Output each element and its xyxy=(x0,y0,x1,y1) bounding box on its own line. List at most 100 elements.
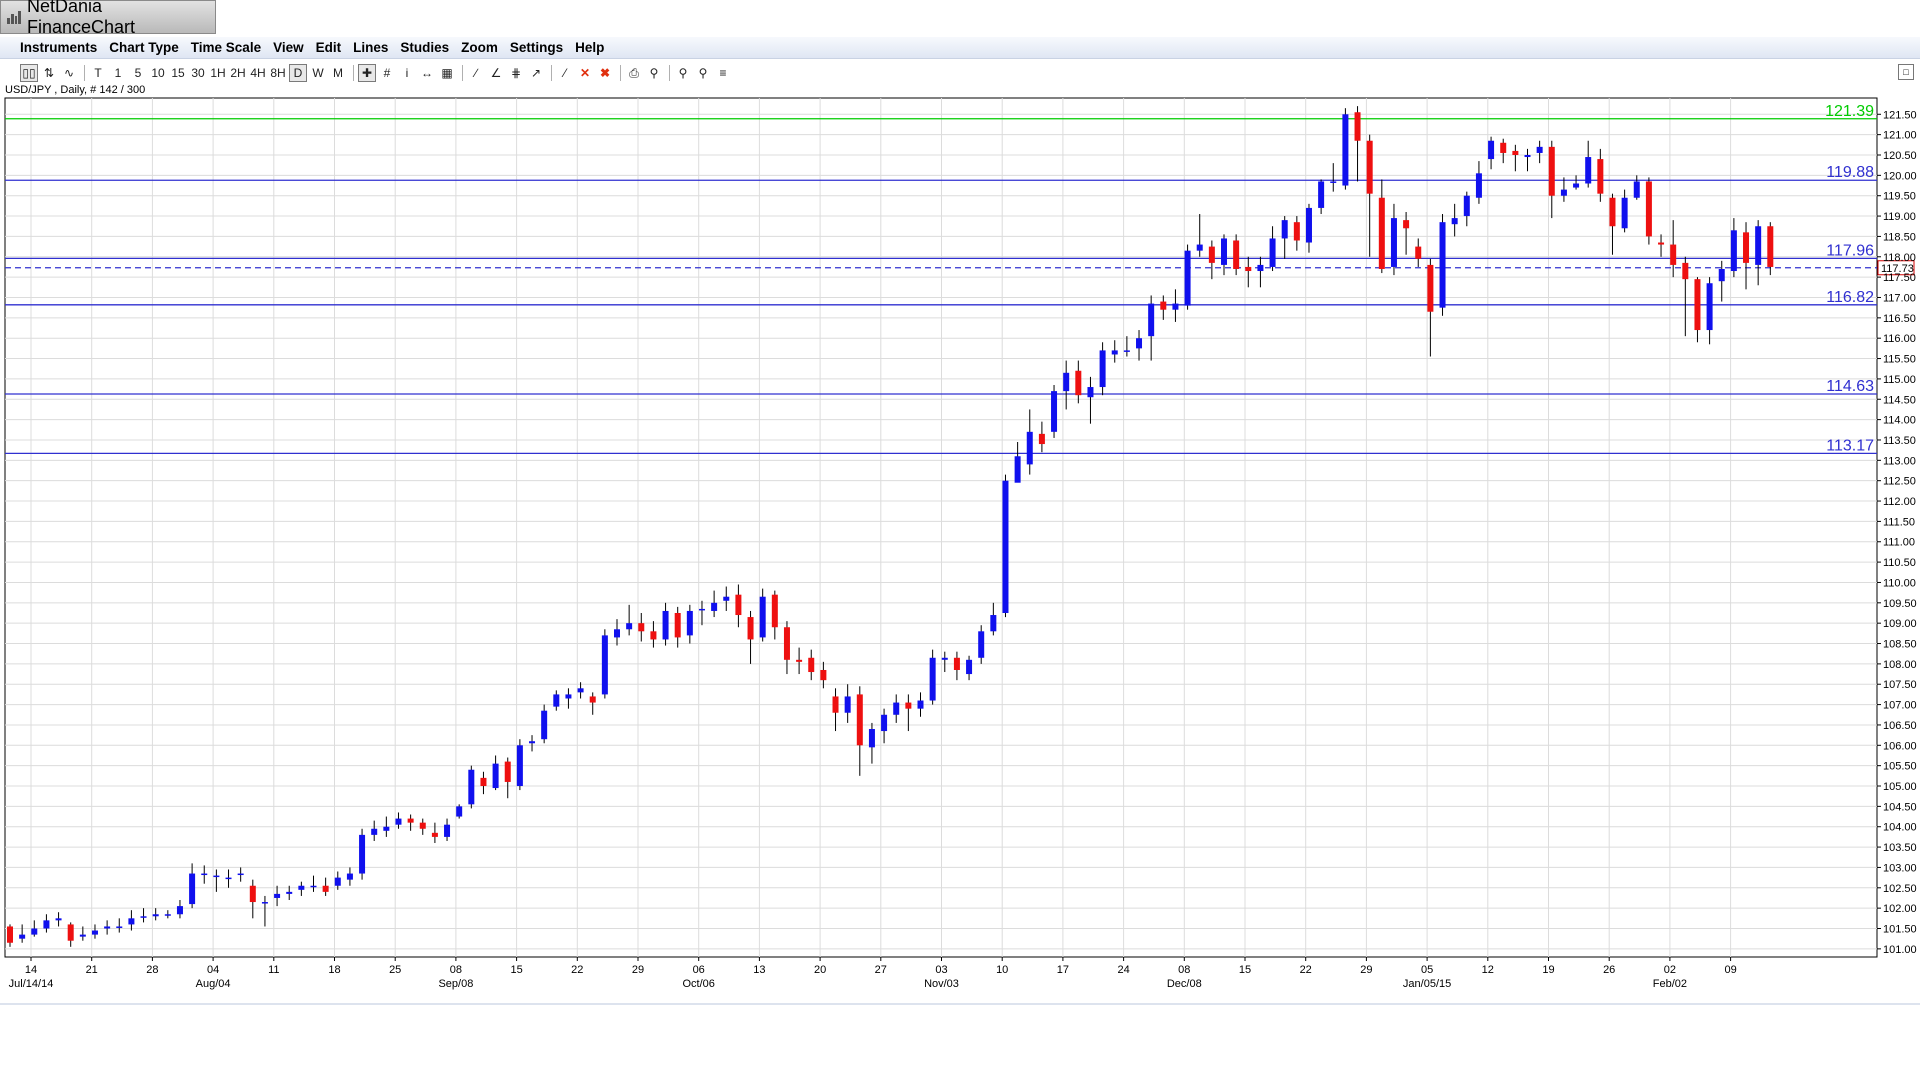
fibonacci-icon[interactable]: ∠ xyxy=(487,64,505,82)
menu-zoom[interactable]: Zoom xyxy=(461,40,498,55)
zoom-out-icon[interactable]: ⚲ xyxy=(694,64,712,82)
candle-down xyxy=(1366,140,1373,194)
candle-up xyxy=(529,741,536,744)
candle-up xyxy=(565,694,572,699)
window-toggle-icon[interactable]: □ xyxy=(1898,64,1914,80)
y-tick-label: 108.00 xyxy=(1883,659,1917,671)
delete-icon[interactable]: ✕ xyxy=(576,64,594,82)
candle-down xyxy=(1415,246,1422,259)
arrow-line-icon[interactable]: ↗ xyxy=(527,64,545,82)
data-table-icon[interactable]: ▦ xyxy=(438,64,456,82)
menu-chart-type[interactable]: Chart Type xyxy=(109,40,179,55)
horizontal-scrollbar[interactable] xyxy=(0,1003,1920,1005)
x-tick-label: 10 xyxy=(996,964,1008,976)
y-axis: 101.00 101.50 102.00 102.50 103.00 103.50 104.… xyxy=(1877,109,1917,956)
candle-up xyxy=(553,694,560,707)
candlestick-chart-icon[interactable]: ▯▯ xyxy=(20,64,38,82)
pan-icon[interactable]: ↔ xyxy=(418,64,436,82)
candle-up xyxy=(371,828,378,835)
candle-up xyxy=(176,906,183,915)
x-tick-label: 04 xyxy=(207,964,219,976)
y-tick-label: 118.50 xyxy=(1883,231,1916,243)
app-tab[interactable]: NetDania FinanceChart xyxy=(0,0,216,37)
candle-down xyxy=(808,657,815,673)
ohlc-bar-icon[interactable]: ⇅ xyxy=(40,64,58,82)
candle-down xyxy=(480,777,487,787)
candle-down xyxy=(1075,370,1082,396)
candle-up xyxy=(711,602,718,611)
y-tick-label: 104.50 xyxy=(1883,801,1917,813)
timeframe-t[interactable]: T xyxy=(89,64,107,82)
timeframe-5[interactable]: 5 xyxy=(129,64,147,82)
candle-up xyxy=(310,885,317,888)
x-tick-label: 11 xyxy=(268,964,279,976)
timeframe-2h[interactable]: 2H xyxy=(229,64,247,82)
timeframe-4h[interactable]: 4H xyxy=(249,64,267,82)
candle-up xyxy=(55,918,62,921)
print-preview-icon[interactable]: ⚲ xyxy=(645,64,663,82)
candle-down xyxy=(905,702,912,709)
candle-up xyxy=(91,930,98,935)
x-tick-label: 14 xyxy=(25,964,37,976)
timeframe-30[interactable]: 30 xyxy=(189,64,207,82)
candle-down xyxy=(589,696,596,703)
toolbar-separator xyxy=(353,65,354,81)
y-tick-label: 114.00 xyxy=(1883,415,1916,427)
crosshair-icon[interactable]: ✚ xyxy=(358,64,376,82)
y-tick-label: 116.00 xyxy=(1883,333,1916,345)
menu-help[interactable]: Help xyxy=(575,40,604,55)
price-chart[interactable]: 121.39 119.88 117.96 116.82 114.63 113.17 117.… xyxy=(0,96,1920,1003)
candle-down xyxy=(1658,242,1665,245)
delete-all-icon[interactable]: ✖ xyxy=(596,64,614,82)
zoom-in-icon[interactable]: ⚲ xyxy=(674,64,692,82)
menu-settings[interactable]: Settings xyxy=(510,40,563,55)
candle-up xyxy=(31,928,38,935)
menu-time-scale[interactable]: Time Scale xyxy=(191,40,261,55)
y-tick-label: 109.00 xyxy=(1883,618,1917,630)
timeframe-15[interactable]: 15 xyxy=(169,64,187,82)
x-tick-label: 28 xyxy=(146,964,158,976)
timeframe-8h[interactable]: 8H xyxy=(269,64,287,82)
print-icon[interactable]: ⎙ xyxy=(625,64,643,82)
menu-lines[interactable]: Lines xyxy=(353,40,388,55)
candle-up xyxy=(966,659,973,675)
menu-studies[interactable]: Studies xyxy=(400,40,449,55)
timeframe-d[interactable]: D xyxy=(289,64,307,82)
candle-up xyxy=(79,934,86,937)
candle-up xyxy=(626,623,633,630)
timeframe-w[interactable]: W xyxy=(309,64,327,82)
candle-down xyxy=(1208,246,1215,263)
x-tick-label: 02 xyxy=(1664,964,1676,976)
candle-up xyxy=(1184,250,1191,306)
zoom-reset-icon[interactable]: ≡ xyxy=(714,64,732,82)
x-tick-label: 08 xyxy=(1178,964,1190,976)
candle-down xyxy=(1038,433,1045,445)
candle-up xyxy=(1488,140,1495,160)
x-tick-label: 12 xyxy=(1482,964,1494,976)
timeframe-1h[interactable]: 1H xyxy=(209,64,227,82)
candle-down xyxy=(650,631,657,640)
candle-down xyxy=(1500,142,1507,153)
candle-down xyxy=(1743,232,1750,263)
andrews-pitchfork-icon[interactable]: ⋕ xyxy=(507,64,525,82)
y-tick-label: 118.00 xyxy=(1883,252,1916,264)
candle-up xyxy=(383,826,390,831)
y-tick-label: 109.50 xyxy=(1883,598,1917,610)
timeframe-m[interactable]: M xyxy=(329,64,347,82)
menu-instruments[interactable]: Instruments xyxy=(20,40,97,55)
draw-line-icon[interactable]: ⁄ xyxy=(556,64,574,82)
menu-edit[interactable]: Edit xyxy=(316,40,342,55)
candle-down xyxy=(1160,301,1167,310)
timeframe-10[interactable]: 10 xyxy=(149,64,167,82)
y-tick-label: 104.00 xyxy=(1883,822,1917,834)
trendline-icon[interactable]: ∕ xyxy=(467,64,485,82)
menu-view[interactable]: View xyxy=(273,40,304,55)
y-tick-label: 107.00 xyxy=(1883,700,1917,712)
candle-up xyxy=(274,893,281,898)
info-icon[interactable]: i xyxy=(398,64,416,82)
timeframe-1[interactable]: 1 xyxy=(109,64,127,82)
candle-up xyxy=(1718,268,1725,282)
grid-icon[interactable]: # xyxy=(378,64,396,82)
line-chart-icon[interactable]: ∿ xyxy=(60,64,78,82)
candle-down xyxy=(953,657,960,670)
